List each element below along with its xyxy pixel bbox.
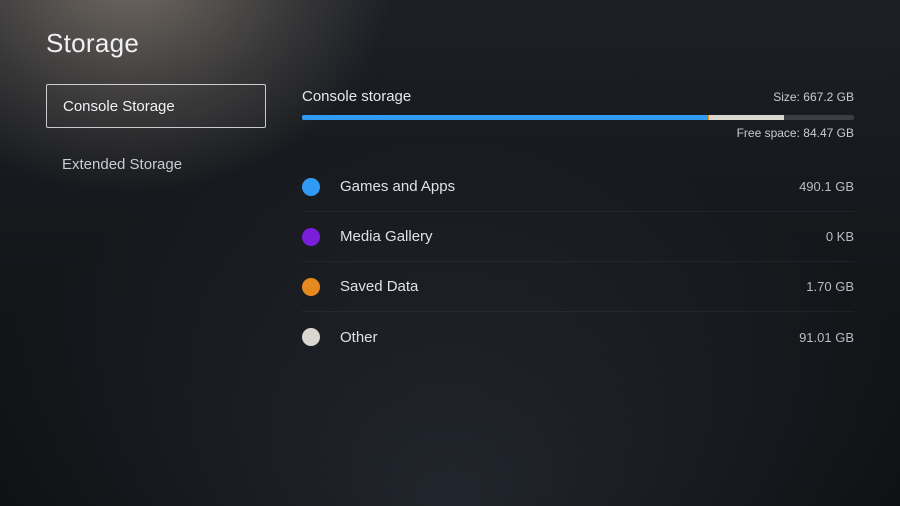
- sidebar: Console Storage Extended Storage: [46, 84, 266, 186]
- category-saved-data[interactable]: Saved Data 1.70 GB: [302, 262, 854, 312]
- category-games-apps[interactable]: Games and Apps 490.1 GB: [302, 162, 854, 212]
- category-label: Other: [340, 329, 799, 346]
- category-media-gallery[interactable]: Media Gallery 0 KB: [302, 212, 854, 262]
- category-other[interactable]: Other 91.01 GB: [302, 312, 854, 362]
- sidebar-item-label: Extended Storage: [62, 156, 182, 173]
- category-label: Saved Data: [340, 278, 806, 295]
- category-label: Games and Apps: [340, 178, 799, 195]
- bar-seg-other: [709, 115, 784, 120]
- storage-panel: Console storage Size: 667.2 GB Free spac…: [302, 88, 854, 362]
- category-label: Media Gallery: [340, 228, 826, 245]
- free-prefix: Free space:: [737, 126, 800, 140]
- category-dot-icon: [302, 278, 320, 296]
- category-value: 490.1 GB: [799, 179, 854, 194]
- sidebar-item-console-storage[interactable]: Console Storage: [46, 84, 266, 128]
- category-value: 1.70 GB: [806, 279, 854, 294]
- storage-header: Console storage Size: 667.2 GB: [302, 88, 854, 105]
- storage-free-space: Free space: 84.47 GB: [302, 126, 854, 140]
- sidebar-item-label: Console Storage: [63, 98, 175, 115]
- category-value: 91.01 GB: [799, 330, 854, 345]
- page-title: Storage: [46, 28, 139, 59]
- free-value: 84.47 GB: [803, 126, 854, 140]
- storage-size: Size: 667.2 GB: [773, 90, 854, 104]
- sidebar-item-extended-storage[interactable]: Extended Storage: [46, 142, 266, 186]
- category-value: 0 KB: [826, 229, 854, 244]
- storage-section-title: Console storage: [302, 88, 411, 105]
- category-dot-icon: [302, 328, 320, 346]
- storage-categories: Games and Apps 490.1 GB Media Gallery 0 …: [302, 162, 854, 362]
- size-prefix: Size:: [773, 90, 800, 104]
- bar-seg-games-apps: [302, 115, 708, 120]
- category-dot-icon: [302, 228, 320, 246]
- storage-bar: [302, 115, 854, 120]
- category-dot-icon: [302, 178, 320, 196]
- size-value: 667.2 GB: [803, 90, 854, 104]
